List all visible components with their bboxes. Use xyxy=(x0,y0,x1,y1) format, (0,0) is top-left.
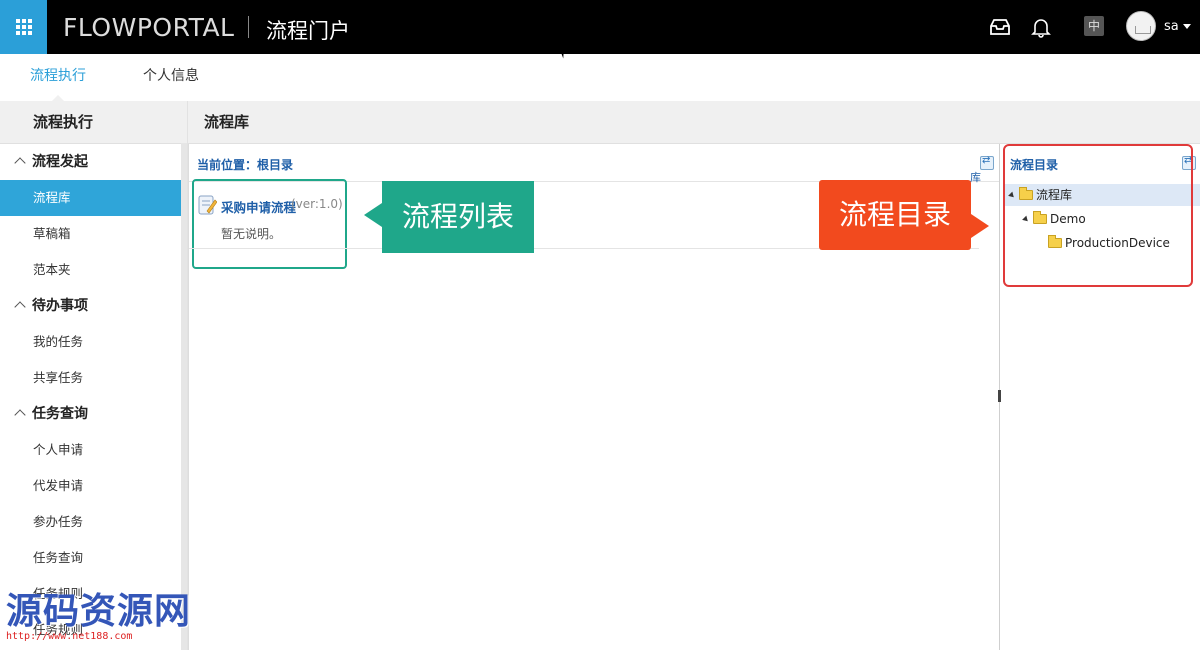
bell-icon[interactable] xyxy=(1028,14,1054,40)
sidebar-group-start[interactable]: 流程发起 xyxy=(0,144,187,180)
process-directory-highlight xyxy=(1003,144,1193,287)
chevron-down-icon[interactable] xyxy=(1183,24,1191,29)
sidebar-group-todo[interactable]: 待办事项 xyxy=(0,288,187,324)
sidebar-item-templates[interactable]: 范本夹 xyxy=(0,252,181,288)
top-bar: FLOWPORTAL 流程门户 中 sa xyxy=(0,0,1200,54)
process-directory-panel: 流程目录 流程库 Demo ProductionDevice xyxy=(1001,144,1200,650)
watermark-url: http://www.net188.com xyxy=(6,631,133,642)
logo-divider xyxy=(248,16,249,38)
page-title: 流程库 xyxy=(188,101,1200,144)
sidebar-item-participated-tasks[interactable]: 参办任务 xyxy=(0,504,181,540)
chevron-up-icon xyxy=(14,157,26,169)
sidebar: 流程执行 流程发起 流程库 草稿箱 范本夹 待办事项 我的任务 共享任务 任务查… xyxy=(0,101,188,650)
sidebar-group-task-query[interactable]: 任务查询 xyxy=(0,396,187,432)
sidebar-item-my-tasks[interactable]: 我的任务 xyxy=(0,324,181,360)
sidebar-item-personal-requests[interactable]: 个人申请 xyxy=(0,432,181,468)
library-link[interactable]: 库 xyxy=(970,169,981,185)
breadcrumb: 当前位置：根目录 xyxy=(197,158,294,172)
logo: FLOWPORTAL xyxy=(63,13,235,42)
sidebar-item-process-library[interactable]: 流程库 xyxy=(0,180,181,216)
sidebar-item-shared-tasks[interactable]: 共享任务 xyxy=(0,360,181,396)
watermark-title: 源码资源网 xyxy=(6,591,192,632)
process-directory-callout: 流程目录 xyxy=(819,180,989,250)
tab-bar: 流程执行 个人信息 xyxy=(0,54,1200,101)
inbox-icon[interactable] xyxy=(987,14,1013,40)
chevron-up-icon xyxy=(14,409,26,421)
app-grid-button[interactable] xyxy=(0,0,47,54)
user-name[interactable]: sa xyxy=(1164,19,1179,34)
portal-title: 流程门户 xyxy=(266,19,350,43)
sidebar-item-proxy-requests[interactable]: 代发申请 xyxy=(0,468,181,504)
sidebar-scrollbar[interactable] xyxy=(181,143,187,650)
avatar[interactable] xyxy=(1126,11,1156,41)
sidebar-item-task-search[interactable]: 任务查询 xyxy=(0,540,181,576)
process-list-callout: 流程列表 xyxy=(364,181,534,253)
chevron-up-icon xyxy=(14,301,26,313)
tab-process-execution[interactable]: 流程执行 xyxy=(30,54,86,101)
refresh-icon[interactable] xyxy=(980,155,994,170)
sidebar-title: 流程执行 xyxy=(0,101,187,144)
language-button[interactable]: 中 xyxy=(1084,16,1104,36)
sidebar-item-drafts[interactable]: 草稿箱 xyxy=(0,216,181,252)
process-list-highlight xyxy=(192,179,347,269)
tab-personal-info[interactable]: 个人信息 xyxy=(143,54,199,101)
grid-icon xyxy=(15,19,32,35)
